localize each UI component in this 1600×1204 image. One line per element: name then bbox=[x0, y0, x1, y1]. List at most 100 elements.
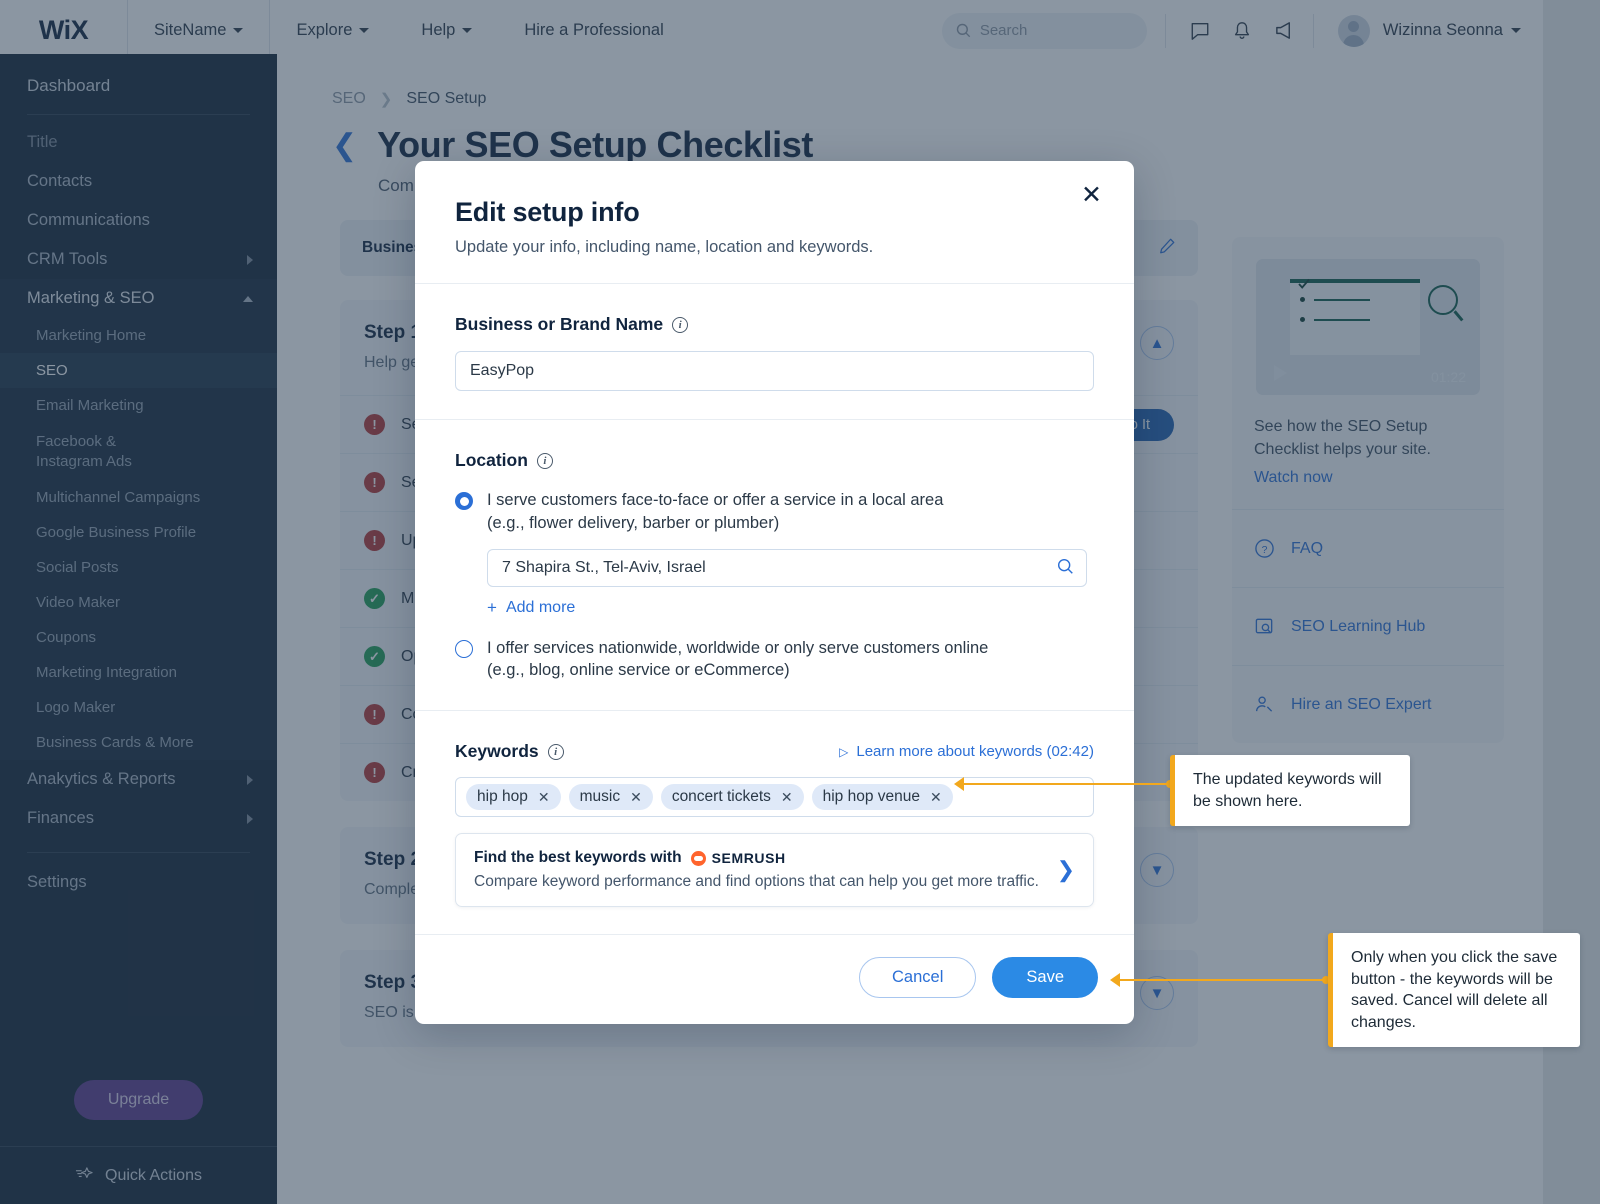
annotation-2-connector bbox=[1100, 977, 1336, 983]
breadcrumb-seo[interactable]: SEO bbox=[332, 90, 366, 108]
nav-help-label: Help bbox=[421, 21, 455, 40]
annotation-arrow bbox=[1110, 973, 1120, 987]
sidebar-item-video-maker[interactable]: Video Maker bbox=[0, 585, 277, 620]
watch-now-link[interactable]: Watch now bbox=[1232, 461, 1504, 509]
user-menu[interactable]: Wizinna Seonna bbox=[1313, 14, 1521, 48]
sidebar-item-label: Settings bbox=[27, 873, 87, 892]
keyword-tag[interactable]: concert tickets ✕ bbox=[661, 784, 804, 810]
chevron-down-icon bbox=[1511, 28, 1521, 33]
dialog-body: Business or Brand Name i Location i I se… bbox=[415, 284, 1134, 934]
sidebar-item-label: Contacts bbox=[27, 172, 92, 191]
radio-online[interactable] bbox=[455, 640, 473, 658]
learn-more-keywords-link[interactable]: ▷ Learn more about keywords (02:42) bbox=[839, 743, 1094, 760]
sidebar-item-finances[interactable]: Finances bbox=[0, 799, 277, 838]
sidebar-item-facebook-instagram-ads[interactable]: Facebook &Instagram Ads bbox=[0, 423, 277, 480]
sidebar-item-title[interactable]: Title bbox=[0, 123, 277, 162]
keyword-tag[interactable]: music ✕ bbox=[569, 784, 653, 810]
wix-logo[interactable]: WiX bbox=[0, 0, 128, 62]
sidebar-item-dashboard[interactable]: Dashboard bbox=[0, 54, 277, 114]
step1-collapse-toggle[interactable]: ▲ bbox=[1140, 326, 1174, 360]
sidebar-item-seo[interactable]: SEO bbox=[0, 353, 277, 388]
chat-icon[interactable] bbox=[1190, 21, 1210, 41]
upgrade-button[interactable]: Upgrade bbox=[74, 1080, 203, 1120]
megaphone-icon[interactable] bbox=[1274, 20, 1295, 41]
search-icon[interactable] bbox=[1057, 558, 1074, 580]
breadcrumb: SEO ❯ SEO Setup bbox=[332, 90, 1543, 108]
nav-explore[interactable]: Explore bbox=[270, 0, 395, 62]
sidebar-item-logo-maker[interactable]: Logo Maker bbox=[0, 690, 277, 725]
nav-hire-professional[interactable]: Hire a Professional bbox=[498, 0, 689, 62]
video-thumbnail[interactable]: 01:22 bbox=[1256, 259, 1480, 395]
sidebar-item-business-cards[interactable]: Business Cards & More bbox=[0, 725, 277, 760]
close-icon[interactable]: ✕ bbox=[930, 789, 942, 806]
radio-local-selected[interactable] bbox=[455, 492, 473, 510]
question-circle-icon: ? bbox=[1254, 538, 1275, 559]
info-icon[interactable]: i bbox=[672, 317, 688, 333]
help-panel-text: See how the SEO Setup Checklist helps yo… bbox=[1232, 395, 1504, 461]
error-icon: ! bbox=[364, 762, 385, 783]
close-icon[interactable]: ✕ bbox=[1071, 177, 1112, 214]
quick-actions-button[interactable]: Quick Actions bbox=[0, 1146, 277, 1204]
semrush-logo: SEMRUSH bbox=[691, 850, 786, 866]
search-icon bbox=[956, 23, 971, 38]
quick-actions-icon bbox=[75, 1166, 94, 1185]
search-input[interactable]: Search bbox=[942, 13, 1147, 49]
back-arrow-icon[interactable]: ❮ bbox=[332, 128, 357, 163]
close-icon[interactable]: ✕ bbox=[538, 789, 550, 806]
help-row-learning-hub[interactable]: SEO Learning Hub bbox=[1232, 587, 1504, 665]
quick-actions-label: Quick Actions bbox=[105, 1167, 202, 1185]
sidebar-nav-list: Title Contacts Communications CRM Tools … bbox=[0, 115, 277, 1058]
user-name: Wizinna Seonna bbox=[1383, 21, 1521, 40]
sidebar-item-marketing-home[interactable]: Marketing Home bbox=[0, 318, 277, 353]
sidebar-item-multichannel-campaigns[interactable]: Multichannel Campaigns bbox=[0, 480, 277, 515]
help-row-faq[interactable]: ? FAQ bbox=[1232, 509, 1504, 587]
close-icon[interactable]: ✕ bbox=[630, 789, 642, 806]
sidebar-item-google-business-profile[interactable]: Google Business Profile bbox=[0, 515, 277, 550]
sidebar-item-marketing-seo[interactable]: Marketing & SEO bbox=[0, 279, 277, 318]
sidebar-item-communications[interactable]: Communications bbox=[0, 201, 277, 240]
option1-text: I serve customers face-to-face or offer … bbox=[487, 491, 943, 509]
cancel-button[interactable]: Cancel bbox=[859, 957, 976, 998]
info-icon[interactable]: i bbox=[548, 744, 564, 760]
bell-icon[interactable] bbox=[1232, 21, 1252, 41]
help-panel: 01:22 See how the SEO Setup Checklist he… bbox=[1232, 237, 1504, 743]
address-input[interactable] bbox=[487, 549, 1087, 587]
annotation-2-text: Only when you click the save button - th… bbox=[1328, 933, 1580, 1047]
sidebar-item-social-posts[interactable]: Social Posts bbox=[0, 550, 277, 585]
sidebar-item-settings[interactable]: Settings bbox=[0, 853, 277, 902]
page-title: Your SEO Setup Checklist bbox=[377, 124, 813, 166]
sidebar-item-coupons[interactable]: Coupons bbox=[0, 620, 277, 655]
nav-help[interactable]: Help bbox=[395, 0, 498, 62]
save-button[interactable]: Save bbox=[992, 957, 1098, 998]
close-icon[interactable]: ✕ bbox=[781, 789, 793, 806]
play-icon: ▷ bbox=[839, 745, 848, 759]
help-row-hire-expert[interactable]: Hire an SEO Expert bbox=[1232, 665, 1504, 743]
user-name-label: Wizinna Seonna bbox=[1383, 21, 1503, 40]
sidebar-item-email-marketing[interactable]: Email Marketing bbox=[0, 388, 277, 423]
add-more-button[interactable]: + Add more bbox=[487, 599, 1094, 617]
check-icon: ✓ bbox=[364, 588, 385, 609]
top-bar: WiX SiteName Explore Help Hire a Profess… bbox=[0, 0, 1543, 62]
business-name-input[interactable] bbox=[455, 351, 1094, 391]
site-name-menu[interactable]: SiteName bbox=[128, 0, 269, 62]
sidebar-item-crm-tools[interactable]: CRM Tools bbox=[0, 240, 277, 279]
edit-pencil-icon[interactable] bbox=[1158, 237, 1176, 260]
step2-expand-toggle[interactable]: ▼ bbox=[1140, 853, 1174, 887]
location-option-online[interactable]: I offer services nationwide, worldwide o… bbox=[455, 637, 1094, 683]
annotation-line bbox=[964, 783, 1180, 786]
sidebar-item-analytics-reports[interactable]: Anakytics & Reports bbox=[0, 760, 277, 799]
semrush-promo-card[interactable]: Find the best keywords with SEMRUSH Comp… bbox=[455, 833, 1094, 907]
keyword-tag[interactable]: hip hop ✕ bbox=[466, 784, 561, 810]
sidebar-item-contacts[interactable]: Contacts bbox=[0, 162, 277, 201]
info-icon[interactable]: i bbox=[537, 453, 553, 469]
keyword-tag[interactable]: hip hop venue ✕ bbox=[812, 784, 953, 810]
keyword-tag-label: hip hop bbox=[477, 788, 528, 806]
sidebar: Dashboard Title Contacts Communications … bbox=[0, 54, 277, 1204]
chevron-right-icon[interactable]: ❯ bbox=[1057, 857, 1075, 883]
location-option-local[interactable]: I serve customers face-to-face or offer … bbox=[455, 489, 1094, 535]
sidebar-item-label: Communications bbox=[27, 211, 150, 230]
sidebar-item-marketing-integration[interactable]: Marketing Integration bbox=[0, 655, 277, 690]
annotation-2: Only when you click the save button - th… bbox=[1328, 933, 1580, 1047]
chevron-down-icon bbox=[462, 28, 472, 33]
video-duration: 01:22 bbox=[1431, 369, 1466, 385]
